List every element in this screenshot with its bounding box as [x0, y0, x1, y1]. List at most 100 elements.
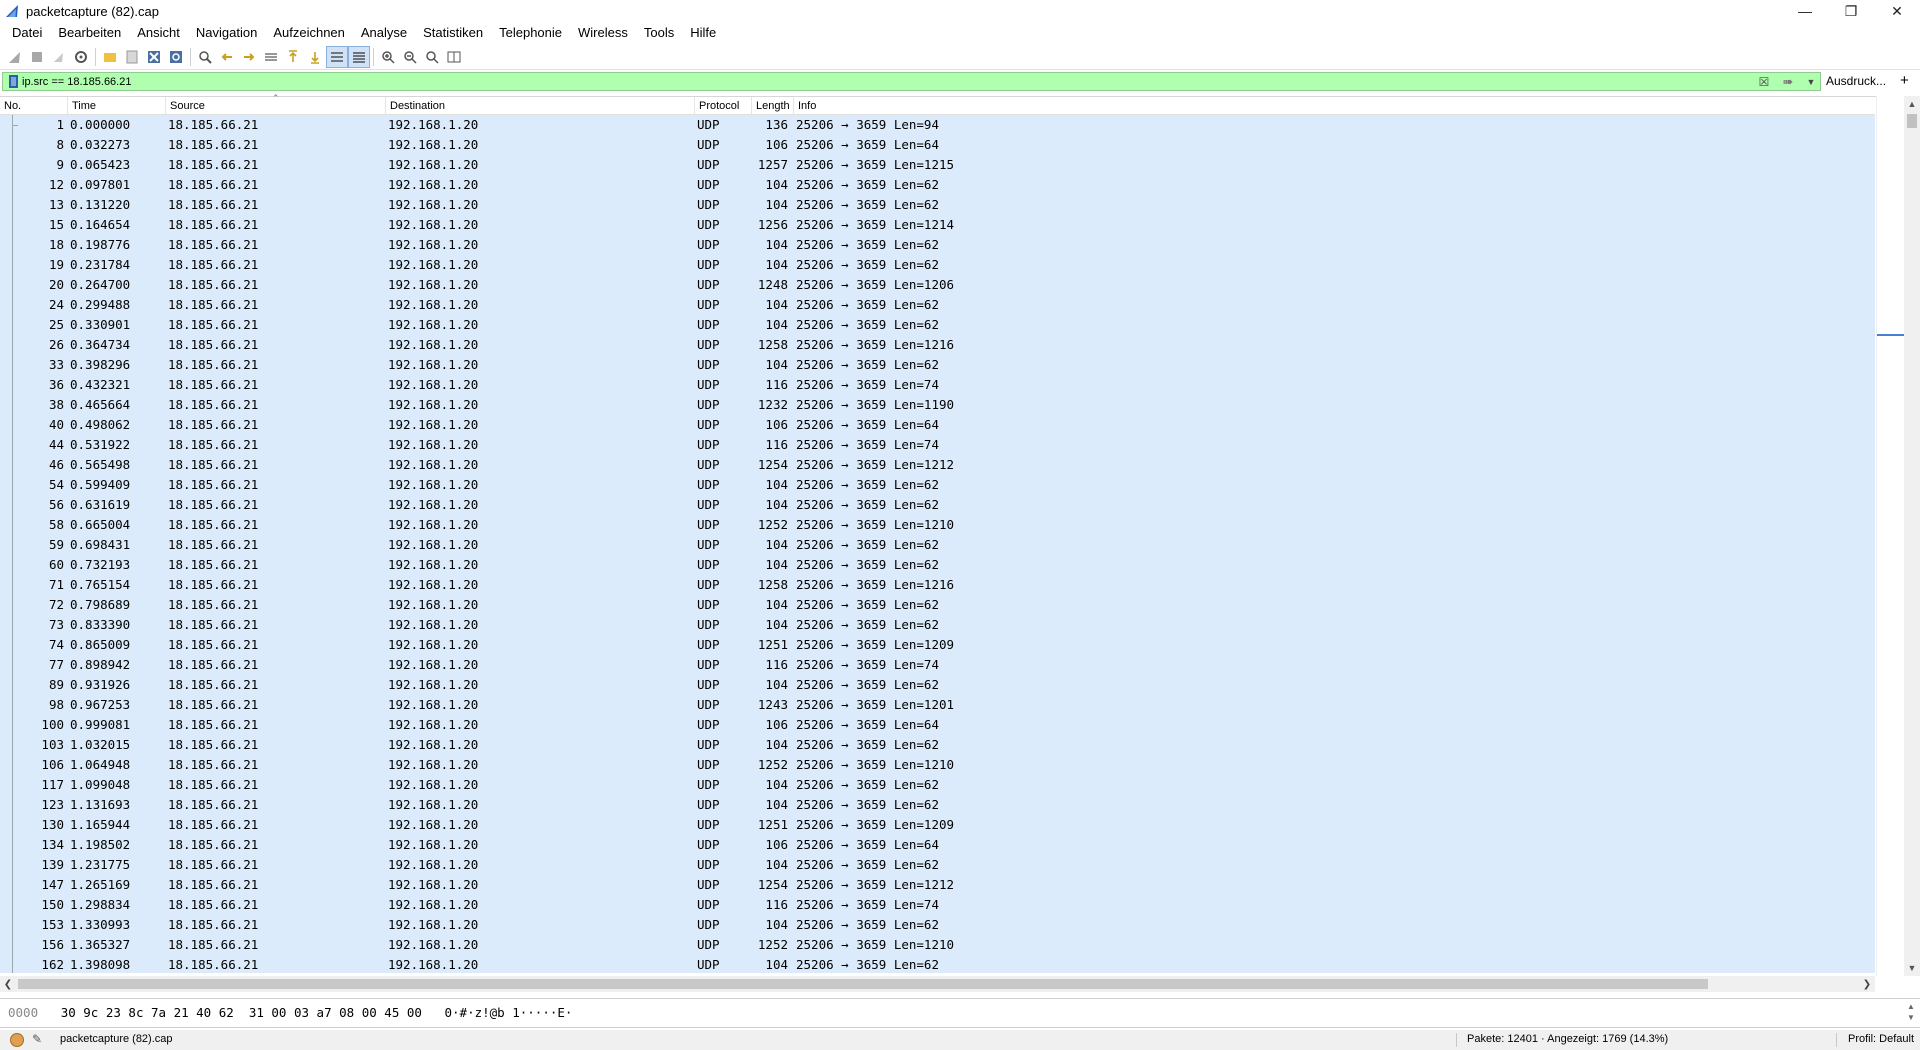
menu-wireless[interactable]: Wireless: [570, 22, 636, 44]
go-to-packet-icon[interactable]: [260, 46, 282, 68]
restart-icon[interactable]: [48, 46, 70, 68]
table-row[interactable]: 72 0.798689 18.185.66.21 192.168.1.20 UDP 104…: [0, 595, 1875, 615]
menu-aufzeichnen[interactable]: Aufzeichnen: [265, 22, 353, 44]
table-row[interactable]: 25 0.330901 18.185.66.21 192.168.1.20 UDP 104…: [0, 315, 1875, 335]
table-row[interactable]: 123 1.131693 18.185.66.21 192.168.1.20 UDP 10…: [0, 795, 1875, 815]
zoom-out-icon[interactable]: [399, 46, 421, 68]
add-filter-button[interactable]: +: [1900, 72, 1909, 89]
table-row[interactable]: 8 0.032273 18.185.66.21 192.168.1.20 UDP 106 2…: [0, 135, 1875, 155]
table-row[interactable]: 156 1.365327 18.185.66.21 192.168.1.20 UDP 12…: [0, 935, 1875, 955]
reload-file-icon[interactable]: [165, 46, 187, 68]
open-folder-icon[interactable]: [99, 46, 121, 68]
column-header-info[interactable]: Info: [794, 97, 1875, 115]
table-row[interactable]: 73 0.833390 18.185.66.21 192.168.1.20 UDP 104…: [0, 615, 1875, 635]
clear-filter-icon[interactable]: ☒: [1756, 74, 1772, 89]
close-file-icon[interactable]: [143, 46, 165, 68]
table-row[interactable]: 20 0.264700 18.185.66.21 192.168.1.20 UDP 124…: [0, 275, 1875, 295]
column-header-protocol[interactable]: Protocol: [695, 97, 752, 115]
capture-comment-icon[interactable]: ✎: [32, 1032, 42, 1046]
table-row[interactable]: 162 1.398098 18.185.66.21 192.168.1.20 UDP 10…: [0, 955, 1875, 973]
zoom-in-icon[interactable]: [377, 46, 399, 68]
filter-history-dropdown-icon[interactable]: ▼: [1804, 74, 1818, 89]
table-row[interactable]: 18 0.198776 18.185.66.21 192.168.1.20 UDP 104…: [0, 235, 1875, 255]
menu-ansicht[interactable]: Ansicht: [129, 22, 188, 44]
menu-navigation[interactable]: Navigation: [188, 22, 265, 44]
packet-list-horizontal-scrollbar[interactable]: ❮ ❯: [0, 976, 1875, 992]
expert-info-led-icon[interactable]: [10, 1033, 24, 1047]
menu-bearbeiten[interactable]: Bearbeiten: [50, 22, 129, 44]
go-first-icon[interactable]: [282, 46, 304, 68]
menu-tools[interactable]: Tools: [636, 22, 682, 44]
table-row[interactable]: 26 0.364734 18.185.66.21 192.168.1.20 UDP 125…: [0, 335, 1875, 355]
table-row[interactable]: 33 0.398296 18.185.66.21 192.168.1.20 UDP 104…: [0, 355, 1875, 375]
menu-statistiken[interactable]: Statistiken: [415, 22, 491, 44]
table-row[interactable]: 89 0.931926 18.185.66.21 192.168.1.20 UDP 104…: [0, 675, 1875, 695]
apply-filter-icon[interactable]: ➠: [1776, 74, 1800, 89]
scroll-down-icon[interactable]: ▼: [1904, 960, 1920, 976]
table-row[interactable]: 38 0.465664 18.185.66.21 192.168.1.20 UDP 123…: [0, 395, 1875, 415]
table-row[interactable]: 12 0.097801 18.185.66.21 192.168.1.20 UDP 104…: [0, 175, 1875, 195]
expression-button[interactable]: Ausdruck...: [1826, 74, 1886, 88]
go-forward-icon[interactable]: [238, 46, 260, 68]
scroll-right-icon[interactable]: ❯: [1859, 976, 1875, 992]
resize-columns-icon[interactable]: [443, 46, 465, 68]
table-row[interactable]: 60 0.732193 18.185.66.21 192.168.1.20 UDP 104…: [0, 555, 1875, 575]
table-row[interactable]: 130 1.165944 18.185.66.21 192.168.1.20 UDP 12…: [0, 815, 1875, 835]
minimize-button[interactable]: —: [1782, 0, 1828, 22]
menu-analyse[interactable]: Analyse: [353, 22, 415, 44]
menu-hilfe[interactable]: Hilfe: [682, 22, 724, 44]
autoscroll-icon[interactable]: [326, 45, 348, 68]
colorize-icon[interactable]: [348, 45, 370, 68]
table-row[interactable]: 106 1.064948 18.185.66.21 192.168.1.20 UDP 12…: [0, 755, 1875, 775]
table-row[interactable]: 139 1.231775 18.185.66.21 192.168.1.20 UDP 10…: [0, 855, 1875, 875]
menu-telephonie[interactable]: Telephonie: [491, 22, 570, 44]
table-row[interactable]: 150 1.298834 18.185.66.21 192.168.1.20 UDP 11…: [0, 895, 1875, 915]
table-row[interactable]: 1 0.000000 18.185.66.21 192.168.1.20 UDP 136 2…: [0, 115, 1875, 135]
menu-datei[interactable]: Datei: [4, 22, 50, 44]
table-row[interactable]: 36 0.432321 18.185.66.21 192.168.1.20 UDP 116…: [0, 375, 1875, 395]
table-row[interactable]: 58 0.665004 18.185.66.21 192.168.1.20 UDP 125…: [0, 515, 1875, 535]
close-window-button[interactable]: ✕: [1874, 0, 1920, 22]
bytes-hex[interactable]: 30 9c 23 8c 7a 21 40 62 31 00 03 a7 08 0…: [61, 1005, 422, 1020]
scroll-left-icon[interactable]: ❮: [0, 976, 16, 992]
table-row[interactable]: 59 0.698431 18.185.66.21 192.168.1.20 UDP 104…: [0, 535, 1875, 555]
table-row[interactable]: 56 0.631619 18.185.66.21 192.168.1.20 UDP 104…: [0, 495, 1875, 515]
stop-icon[interactable]: [26, 46, 48, 68]
table-row[interactable]: 77 0.898942 18.185.66.21 192.168.1.20 UDP 116…: [0, 655, 1875, 675]
table-row[interactable]: 71 0.765154 18.185.66.21 192.168.1.20 UDP 125…: [0, 575, 1875, 595]
restore-button[interactable]: ❐: [1828, 0, 1874, 22]
table-row[interactable]: 9 0.065423 18.185.66.21 192.168.1.20 UDP 1257…: [0, 155, 1875, 175]
table-row[interactable]: 46 0.565498 18.185.66.21 192.168.1.20 UDP 125…: [0, 455, 1875, 475]
column-header-no[interactable]: No.: [0, 97, 68, 115]
table-row[interactable]: 54 0.599409 18.185.66.21 192.168.1.20 UDP 104…: [0, 475, 1875, 495]
zoom-normal-icon[interactable]: [421, 46, 443, 68]
bytes-scroll-icon[interactable]: ▲ ▼: [1904, 1001, 1918, 1023]
table-row[interactable]: 103 1.032015 18.185.66.21 192.168.1.20 UDP 10…: [0, 735, 1875, 755]
go-back-icon[interactable]: [216, 46, 238, 68]
table-row[interactable]: 153 1.330993 18.185.66.21 192.168.1.20 UDP 10…: [0, 915, 1875, 935]
table-row[interactable]: 15 0.164654 18.185.66.21 192.168.1.20 UDP 125…: [0, 215, 1875, 235]
table-row[interactable]: 117 1.099048 18.185.66.21 192.168.1.20 UDP 10…: [0, 775, 1875, 795]
packet-list-vertical-scrollbar[interactable]: ▲ ▼: [1904, 96, 1920, 976]
scroll-thumb[interactable]: [1907, 114, 1917, 128]
display-filter-input[interactable]: [20, 73, 1740, 90]
table-row[interactable]: 13 0.131220 18.185.66.21 192.168.1.20 UDP 104…: [0, 195, 1875, 215]
table-row[interactable]: 134 1.198502 18.185.66.21 192.168.1.20 UDP 10…: [0, 835, 1875, 855]
table-row[interactable]: 19 0.231784 18.185.66.21 192.168.1.20 UDP 104…: [0, 255, 1875, 275]
table-row[interactable]: 100 0.999081 18.185.66.21 192.168.1.20 UDP 10…: [0, 715, 1875, 735]
shark-fin-start-icon[interactable]: [4, 46, 26, 68]
status-profile[interactable]: Profil: Default: [1848, 1033, 1914, 1045]
packet-minimap[interactable]: [1876, 96, 1905, 976]
column-header-time[interactable]: Time: [68, 97, 166, 115]
capture-options-icon[interactable]: [70, 46, 92, 68]
save-file-icon[interactable]: [121, 46, 143, 68]
table-row[interactable]: 74 0.865009 18.185.66.21 192.168.1.20 UDP 125…: [0, 635, 1875, 655]
table-row[interactable]: 147 1.265169 18.185.66.21 192.168.1.20 UDP 12…: [0, 875, 1875, 895]
go-last-icon[interactable]: [304, 46, 326, 68]
bookmark-icon[interactable]: [6, 74, 20, 89]
scroll-up-icon[interactable]: ▲: [1904, 96, 1920, 112]
table-row[interactable]: 24 0.299488 18.185.66.21 192.168.1.20 UDP 104…: [0, 295, 1875, 315]
column-header-length[interactable]: Length: [752, 97, 794, 115]
horizontal-scroll-thumb[interactable]: [18, 979, 1708, 989]
table-row[interactable]: 98 0.967253 18.185.66.21 192.168.1.20 UDP 124…: [0, 695, 1875, 715]
